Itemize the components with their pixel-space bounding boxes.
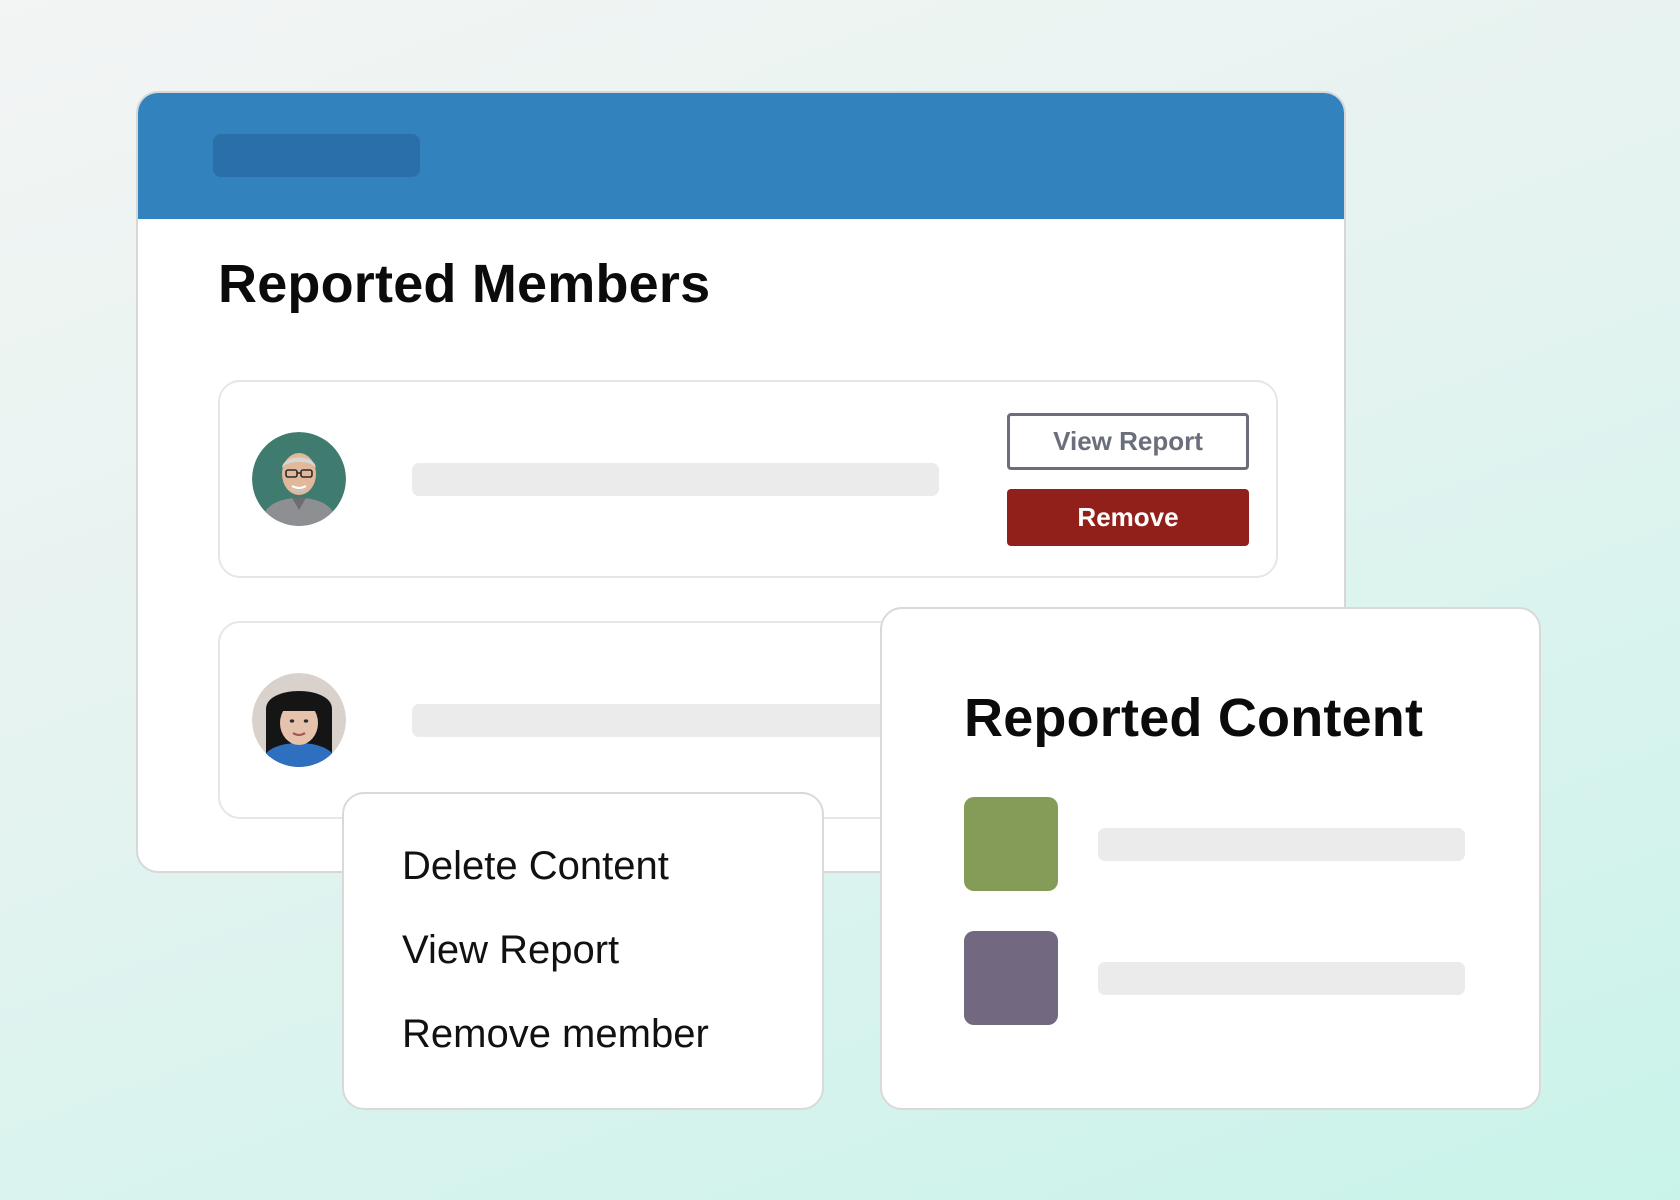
remove-button[interactable]: Remove <box>1007 489 1249 546</box>
reported-members-title: Reported Members <box>218 254 711 314</box>
menu-item-remove-member[interactable]: Remove member <box>402 1012 709 1057</box>
reported-content-panel: Reported Content <box>880 607 1541 1110</box>
member-card: View Report Remove <box>218 380 1278 578</box>
header-title-placeholder <box>213 134 420 177</box>
context-menu: Delete Content View Report Remove member <box>342 792 824 1110</box>
avatar[interactable] <box>252 673 346 767</box>
view-report-button[interactable]: View Report <box>1007 413 1249 470</box>
menu-item-view-report[interactable]: View Report <box>402 928 619 973</box>
reported-content-title: Reported Content <box>964 688 1424 748</box>
member-name-placeholder <box>412 463 939 496</box>
content-title-placeholder <box>1098 962 1465 995</box>
content-title-placeholder <box>1098 828 1465 861</box>
member-name-placeholder <box>412 704 939 737</box>
avatar[interactable] <box>252 432 346 526</box>
purple-thumbnail[interactable] <box>964 931 1058 1025</box>
green-thumbnail[interactable] <box>964 797 1058 891</box>
window-header <box>138 93 1344 219</box>
menu-item-delete-content[interactable]: Delete Content <box>402 844 669 889</box>
